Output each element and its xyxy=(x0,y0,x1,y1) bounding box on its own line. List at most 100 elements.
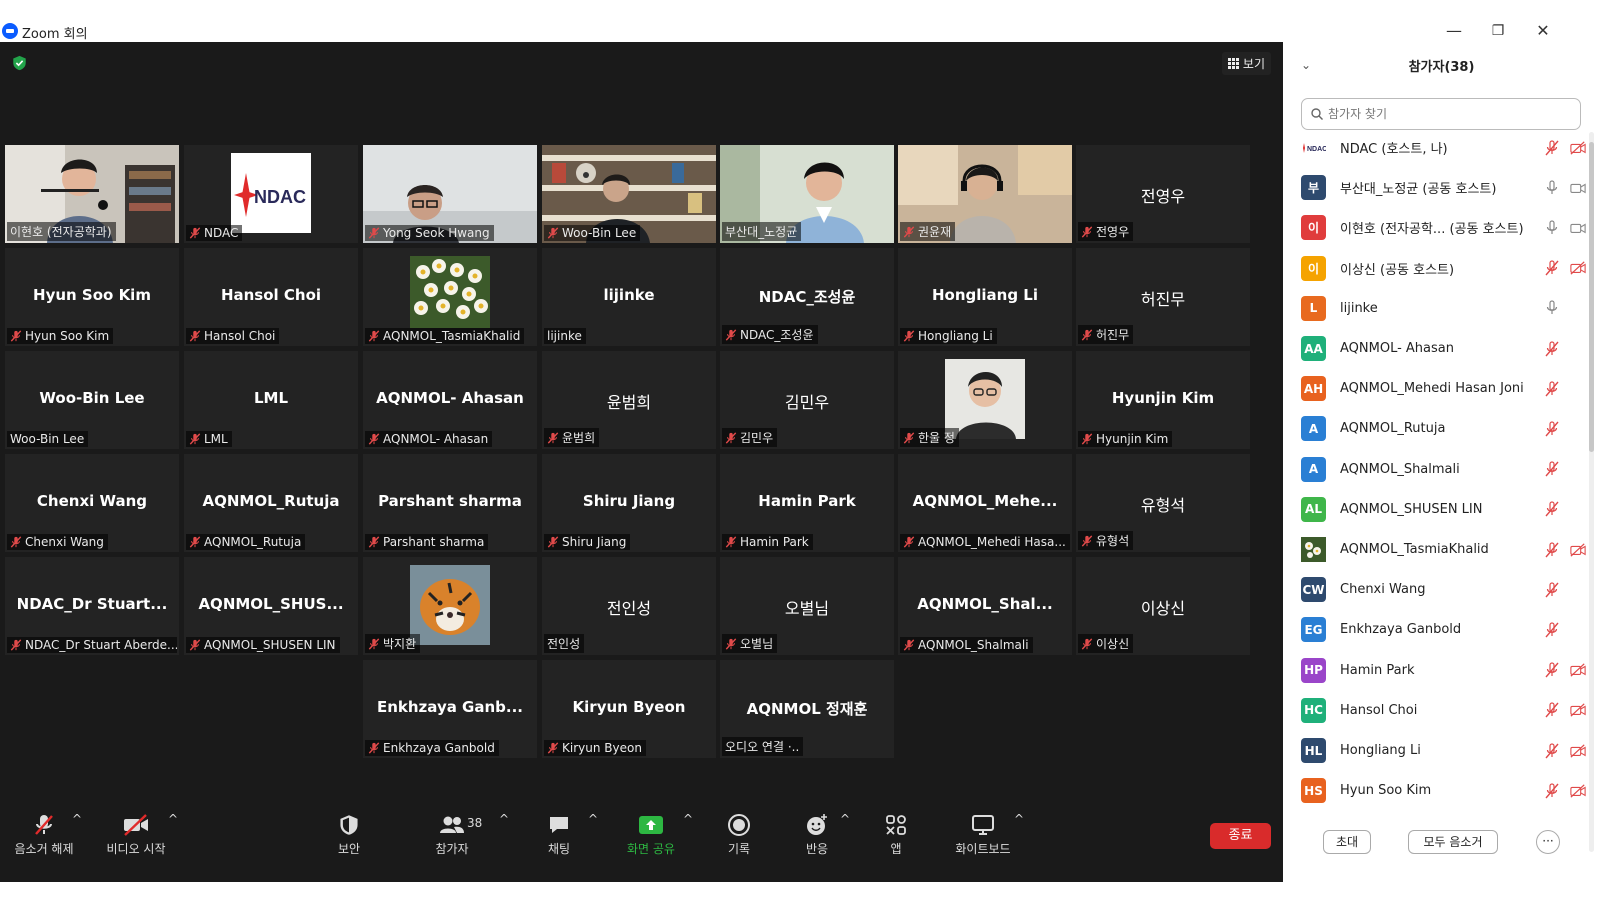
mute-all-button[interactable]: 모두 음소거 xyxy=(1408,830,1498,854)
participant-list-item[interactable]: AQNMOL_TasmiaKhalid xyxy=(1301,529,1586,570)
participant-tile[interactable]: Woo-Bin Lee xyxy=(542,145,716,243)
participant-list-item[interactable]: NDAC NDAC (호스트, 나) xyxy=(1301,127,1586,168)
mic-muted-icon[interactable] xyxy=(1544,702,1560,718)
view-button[interactable]: 보기 xyxy=(1221,52,1271,75)
reactions-options-caret[interactable]: ^ xyxy=(840,812,850,826)
mic-muted-icon[interactable] xyxy=(1544,260,1560,276)
participant-tile[interactable]: Hansol Choi Hansol Choi xyxy=(184,248,358,346)
participant-tile[interactable]: Kiryun Byeon Kiryun Byeon xyxy=(542,660,716,758)
participant-tile[interactable]: NDAC NDAC xyxy=(184,145,358,243)
participant-tile[interactable]: AQNMOL_Shal... AQNMOL_Shalmali xyxy=(898,557,1072,655)
video-off-icon[interactable] xyxy=(1570,662,1586,678)
whiteboard-options-caret[interactable]: ^ xyxy=(1014,812,1024,826)
participant-tile[interactable]: 유형석 유형석 xyxy=(1076,454,1250,552)
video-options-caret[interactable]: ^ xyxy=(168,812,178,826)
participant-list-scrollbar[interactable] xyxy=(1589,132,1594,852)
participant-tile[interactable]: 이상신 이상신 xyxy=(1076,557,1250,655)
video-icon[interactable] xyxy=(1570,220,1586,236)
video-icon[interactable] xyxy=(1570,180,1586,196)
invite-button[interactable]: 초대 xyxy=(1323,830,1371,854)
mic-muted-icon[interactable] xyxy=(1544,541,1560,558)
participant-tile[interactable]: Enkhzaya Ganb... Enkhzaya Ganbold xyxy=(363,660,537,758)
mic-muted-icon[interactable] xyxy=(1544,742,1560,759)
participant-list-item[interactable]: A AQNMOL_Shalmali xyxy=(1301,449,1586,490)
participant-tile[interactable]: Hamin Park Hamin Park xyxy=(720,454,894,552)
mic-muted-icon[interactable] xyxy=(1544,421,1560,437)
participant-list-item[interactable]: Llijinke xyxy=(1301,288,1586,329)
participants-options-caret[interactable]: ^ xyxy=(499,812,509,826)
minimize-button[interactable]: — xyxy=(1443,20,1465,42)
apps-button[interactable]: 앱 xyxy=(882,812,910,857)
record-button[interactable]: 기록 xyxy=(722,812,756,857)
security-button[interactable]: 보안 xyxy=(330,812,368,857)
participant-tile[interactable]: lijinke lijinke xyxy=(542,248,716,346)
participant-tile[interactable]: AQNMOL_TasmiaKhalid xyxy=(363,248,537,346)
more-options-button[interactable]: ··· xyxy=(1536,830,1560,854)
participant-list-item[interactable]: 이 이상신 (공동 호스트) xyxy=(1301,248,1586,289)
mic-muted-icon[interactable] xyxy=(1544,622,1560,638)
participant-list-item[interactable]: HL Hongliang Li xyxy=(1301,730,1586,771)
participant-tile[interactable]: Hyun Soo Kim Hyun Soo Kim xyxy=(5,248,179,346)
participant-list-item[interactable]: HP Hamin Park xyxy=(1301,650,1586,691)
participant-tile[interactable]: Woo-Bin Lee Woo-Bin Lee xyxy=(5,351,179,449)
mic-icon[interactable] xyxy=(1544,300,1560,316)
participant-list-item[interactable]: A AQNMOL_Rutuja xyxy=(1301,408,1586,449)
participant-tile[interactable]: AQNMOL 정재훈 오디오 연결 ·.. xyxy=(720,660,894,758)
participant-list-item[interactable]: HS Hyun Soo Kim xyxy=(1301,770,1586,811)
video-off-icon[interactable] xyxy=(1570,783,1586,799)
mic-muted-icon[interactable] xyxy=(1544,461,1560,477)
mic-icon[interactable] xyxy=(1544,220,1560,236)
participant-list-item[interactable]: AL AQNMOL_SHUSEN LIN xyxy=(1301,489,1586,530)
participant-search-input[interactable]: 참가자 찾기 xyxy=(1301,98,1581,130)
participant-tile[interactable]: 박지환 xyxy=(363,557,537,655)
mic-muted-icon[interactable] xyxy=(1544,381,1560,397)
participant-tile[interactable]: AQNMOL_Rutuja AQNMOL_Rutuja xyxy=(184,454,358,552)
video-off-icon[interactable] xyxy=(1570,743,1586,759)
restore-button[interactable]: ❐ xyxy=(1487,20,1509,42)
participant-tile[interactable]: Hyunjin Kim Hyunjin Kim xyxy=(1076,351,1250,449)
video-off-icon[interactable] xyxy=(1570,702,1586,718)
mic-muted-icon[interactable] xyxy=(1544,340,1560,357)
participant-tile[interactable]: AQNMOL_Mehe... AQNMOL_Mehedi Hasa... xyxy=(898,454,1072,552)
participant-tile[interactable]: AQNMOL- Ahasan AQNMOL- Ahasan xyxy=(363,351,537,449)
encryption-shield-icon[interactable] xyxy=(12,55,27,71)
chat-button[interactable]: 채팅 xyxy=(540,812,578,857)
unmute-button[interactable]: 음소거 해제 xyxy=(10,812,78,857)
audio-options-caret[interactable]: ^ xyxy=(72,812,82,826)
mic-muted-icon[interactable] xyxy=(1544,139,1560,156)
participant-tile[interactable]: AQNMOL_SHUS... AQNMOL_SHUSEN LIN xyxy=(184,557,358,655)
mic-muted-icon[interactable] xyxy=(1544,582,1560,598)
participant-tile[interactable]: 허진무 허진무 xyxy=(1076,248,1250,346)
participant-tile[interactable]: 권윤재 xyxy=(898,145,1072,243)
participant-tile[interactable]: NDAC_Dr Stuart... NDAC_Dr Stuart Aberde..… xyxy=(5,557,179,655)
share-screen-button[interactable]: 화면 공유 xyxy=(622,812,680,857)
video-off-icon[interactable] xyxy=(1570,260,1586,276)
reactions-button[interactable]: 반응 xyxy=(800,812,834,857)
start-video-button[interactable]: 비디오 시작 xyxy=(104,812,168,857)
participant-tile[interactable]: 윤범희 윤범희 xyxy=(542,351,716,449)
close-button[interactable]: ✕ xyxy=(1532,20,1554,42)
participant-list-item[interactable]: AH AQNMOL_Mehedi Hasan Joni xyxy=(1301,368,1586,409)
mic-muted-icon[interactable] xyxy=(1544,662,1560,678)
participant-tile[interactable]: 전인성 전인성 xyxy=(542,557,716,655)
participant-tile[interactable]: 김민우 김민우 xyxy=(720,351,894,449)
participant-list-item[interactable]: 부 부산대_노정균 (공동 호스트) xyxy=(1301,167,1586,208)
participant-tile[interactable]: LML LML xyxy=(184,351,358,449)
participant-tile[interactable]: 오별님 오별님 xyxy=(720,557,894,655)
video-off-icon[interactable] xyxy=(1570,140,1586,156)
end-meeting-button[interactable]: 종료 xyxy=(1210,823,1271,849)
participant-tile[interactable]: NDAC_조성윤 NDAC_조성윤 xyxy=(720,248,894,346)
mic-muted-icon[interactable] xyxy=(1544,783,1560,799)
participant-tile[interactable]: Hongliang Li Hongliang Li xyxy=(898,248,1072,346)
mic-icon[interactable] xyxy=(1544,180,1560,196)
participant-tile[interactable]: 부산대_노정균 xyxy=(720,145,894,243)
participant-list-item[interactable]: HC Hansol Choi xyxy=(1301,690,1586,731)
share-options-caret[interactable]: ^ xyxy=(683,812,693,826)
participant-list-item[interactable]: CW Chenxi Wang xyxy=(1301,569,1586,610)
participant-tile[interactable]: Yong Seok Hwang xyxy=(363,145,537,243)
participant-list-item[interactable]: AA AQNMOL- Ahasan xyxy=(1301,328,1586,369)
whiteboard-button[interactable]: 화이트보드 xyxy=(950,812,1016,857)
participant-tile[interactable]: Shiru Jiang Shiru Jiang xyxy=(542,454,716,552)
participant-tile[interactable]: 한울 정 xyxy=(898,351,1072,449)
participant-list-item[interactable]: EG Enkhzaya Ganbold xyxy=(1301,609,1586,650)
